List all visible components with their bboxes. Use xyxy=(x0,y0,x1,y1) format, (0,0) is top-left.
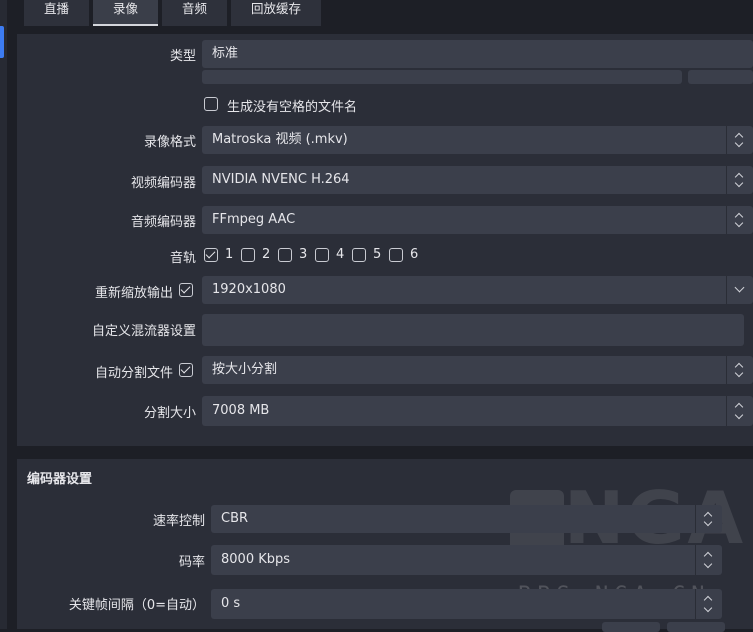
muxer-settings-label: 自定义混流器设置 xyxy=(91,324,196,339)
track-4-label: 4 xyxy=(336,247,345,262)
track-1-checkbox[interactable] xyxy=(204,248,218,262)
tracks-label: 音轨 xyxy=(169,251,196,266)
tab-replay-buffer[interactable]: 回放缓存 xyxy=(231,0,322,26)
split-size-label: 分割大小 xyxy=(143,406,196,421)
sidebar-active-indicator xyxy=(0,26,4,58)
rescale-resolution-select[interactable]: 1920x1080 xyxy=(202,276,753,304)
spin-arrows-icon[interactable] xyxy=(695,545,722,575)
dialog-button-partial[interactable] xyxy=(667,622,725,632)
split-size-spinbox[interactable]: 7008 MB xyxy=(202,396,753,426)
autosplit-label: 自动分割文件 xyxy=(94,366,173,381)
video-encoder-select[interactable]: NVIDIA NVENC H.264 xyxy=(202,166,753,194)
no-space-filename-checkbox[interactable] xyxy=(204,97,218,111)
type-value: 标准 xyxy=(212,46,239,61)
format-select[interactable]: Matroska 视频 (.mkv) xyxy=(202,126,753,154)
track-3-label: 3 xyxy=(299,247,308,262)
keyframe-interval-value: 0 s xyxy=(221,596,241,611)
updown-arrows-icon xyxy=(726,206,753,234)
browse-button-partial[interactable] xyxy=(688,70,753,84)
encoder-section-title: 编码器设置 xyxy=(27,472,93,487)
autosplit-checkbox[interactable] xyxy=(179,363,193,377)
track-5-checkbox[interactable] xyxy=(352,248,366,262)
autosplit-value: 按大小分割 xyxy=(212,362,278,377)
format-label: 录像格式 xyxy=(143,135,196,150)
format-value: Matroska 视频 (.mkv) xyxy=(212,132,348,147)
muxer-settings-input[interactable] xyxy=(202,314,744,346)
spin-arrows-icon[interactable] xyxy=(726,396,753,426)
audio-encoder-select[interactable]: FFmpeg AAC xyxy=(202,206,753,234)
audio-encoder-label: 音频编码器 xyxy=(130,215,196,230)
track-6-checkbox[interactable] xyxy=(389,248,403,262)
left-sidebar-strip xyxy=(0,0,7,629)
autosplit-mode-select[interactable]: 按大小分割 xyxy=(202,356,753,384)
chevron-down-icon xyxy=(726,276,753,304)
rescale-label: 重新缩放输出 xyxy=(94,286,173,301)
recording-settings-panel xyxy=(17,34,753,446)
updown-arrows-icon xyxy=(726,166,753,194)
video-encoder-label: 视频编码器 xyxy=(130,176,196,191)
updown-arrows-icon xyxy=(726,356,753,384)
keyframe-interval-spinbox[interactable]: 0 s xyxy=(211,589,722,619)
bitrate-value: 8000 Kbps xyxy=(221,552,291,567)
type-label: 类型 xyxy=(169,49,196,64)
bitrate-label: 码率 xyxy=(178,555,205,570)
type-select[interactable]: 标准 xyxy=(202,40,753,68)
rate-control-value: CBR xyxy=(221,511,249,526)
bitrate-spinbox[interactable]: 8000 Kbps xyxy=(211,545,722,575)
no-space-filename-label: 生成没有空格的文件名 xyxy=(227,100,358,115)
updown-arrows-icon xyxy=(695,505,722,533)
split-size-value: 7008 MB xyxy=(212,403,270,418)
track-4-checkbox[interactable] xyxy=(315,248,329,262)
audio-encoder-value: FFmpeg AAC xyxy=(212,212,296,227)
rescale-checkbox[interactable] xyxy=(179,283,193,297)
dialog-button-partial[interactable] xyxy=(602,622,660,632)
output-tabs: 直播 录像 音频 回放缓存 xyxy=(24,0,325,26)
path-field-partial[interactable] xyxy=(202,70,682,84)
track-2-label: 2 xyxy=(262,247,271,262)
tab-recording[interactable]: 录像 xyxy=(93,0,159,26)
spin-arrows-icon[interactable] xyxy=(695,589,722,619)
rate-control-label: 速率控制 xyxy=(152,514,205,529)
keyframe-interval-label: 关键帧间隔（0=自动） xyxy=(68,598,205,613)
track-3-checkbox[interactable] xyxy=(278,248,292,262)
track-1-label: 1 xyxy=(225,247,234,262)
track-2-checkbox[interactable] xyxy=(241,248,255,262)
rate-control-select[interactable]: CBR xyxy=(211,505,722,533)
track-6-label: 6 xyxy=(410,247,419,262)
updown-arrows-icon xyxy=(726,126,753,154)
tab-stream[interactable]: 直播 xyxy=(24,0,90,26)
video-encoder-value: NVIDIA NVENC H.264 xyxy=(212,172,350,187)
track-5-label: 5 xyxy=(373,247,382,262)
tab-audio[interactable]: 音频 xyxy=(162,0,228,26)
rescale-value: 1920x1080 xyxy=(212,282,286,297)
